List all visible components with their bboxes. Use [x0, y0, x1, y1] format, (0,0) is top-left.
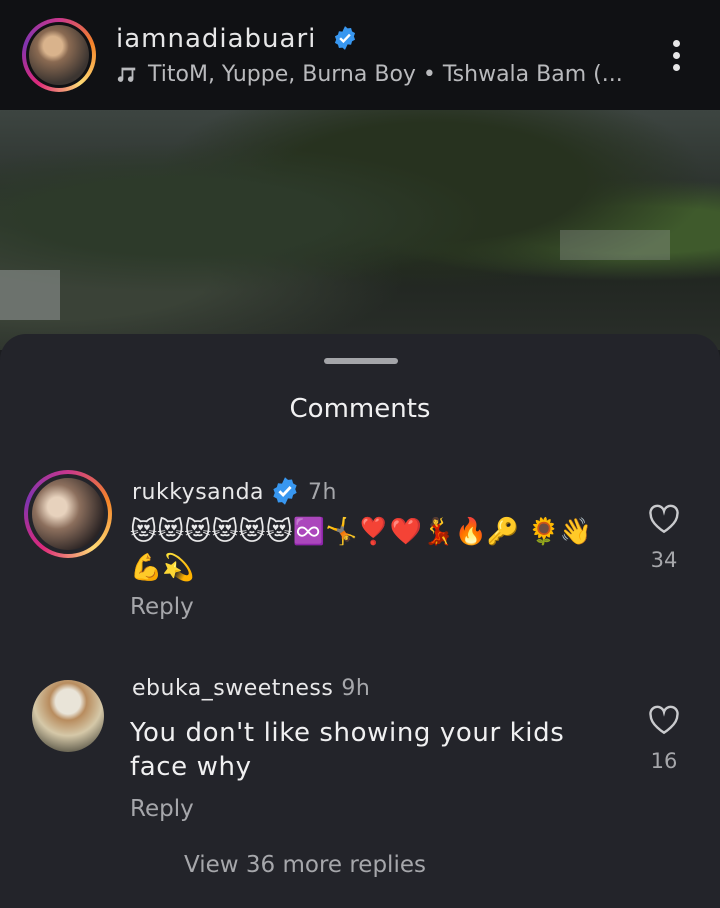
comment-text: You don't like showing your kids face wh…	[130, 718, 565, 782]
reply-button[interactable]: Reply	[130, 796, 194, 822]
heart-icon[interactable]	[648, 504, 680, 534]
sheet-title: Comments	[289, 394, 431, 424]
commenter-avatar[interactable]	[32, 680, 104, 752]
verified-badge-icon	[334, 26, 355, 50]
music-note-icon	[117, 67, 136, 82]
comment-header: ebuka_sweetness 9h	[132, 676, 370, 701]
comment-time: 7h	[308, 480, 337, 505]
comment-username[interactable]: ebuka_sweetness	[132, 676, 333, 701]
music-track[interactable]: TitoM, Yuppe, Burna Boy • Tshwala Bam (.…	[148, 62, 623, 87]
reply-button[interactable]: Reply	[130, 594, 194, 620]
view-more-replies-link[interactable]: View 36 more replies	[0, 852, 610, 878]
like-count: 16	[650, 749, 678, 773]
heart-icon[interactable]	[648, 705, 680, 735]
avatar-image	[29, 25, 89, 85]
like-count: 34	[650, 548, 678, 572]
post-photo	[0, 110, 720, 350]
comment-header: rukkysanda 7h	[132, 476, 337, 506]
post-header: iamnadiabuari TitoM, Yuppe, Burna Boy • …	[0, 0, 720, 110]
more-options-icon[interactable]	[664, 40, 688, 74]
post-username-text[interactable]: iamnadiabuari	[116, 24, 316, 54]
commenter-avatar[interactable]	[24, 470, 112, 558]
verified-badge-icon	[273, 477, 297, 505]
profile-avatar[interactable]	[22, 18, 96, 92]
comment-text: 😻😻😻😻😻😻♾️🤸❣️❤️💃🔥🔑 🌻👋💪💫	[130, 517, 593, 583]
comment-time: 9h	[341, 676, 371, 701]
drag-handle[interactable]	[324, 358, 398, 364]
comments-sheet: Comments rukkysanda 7h 😻😻😻😻😻😻♾️🤸❣️❤️💃🔥🔑 …	[0, 334, 720, 908]
post-username[interactable]: iamnadiabuari	[116, 24, 358, 54]
comment-username[interactable]: rukkysanda	[132, 480, 264, 505]
